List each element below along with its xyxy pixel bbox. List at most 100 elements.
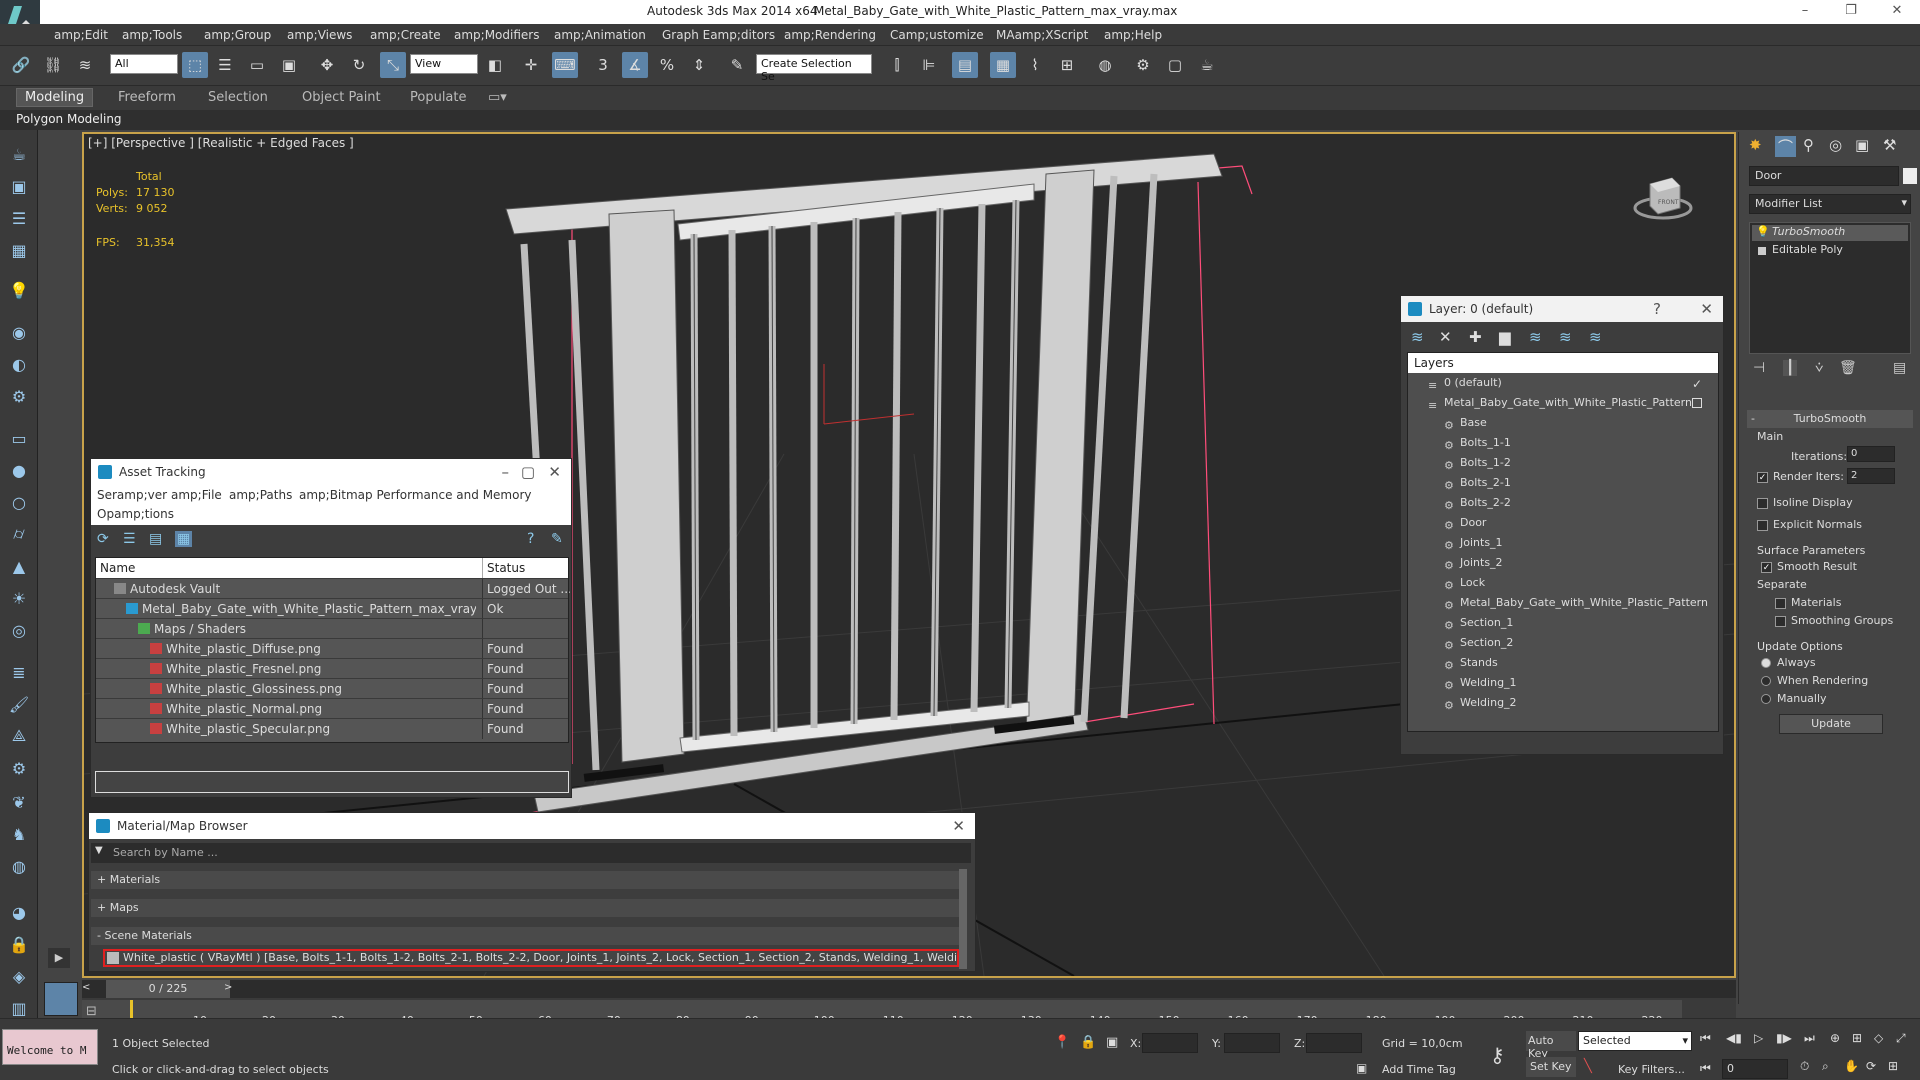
object-color-swatch[interactable]	[1903, 168, 1917, 184]
menu-customize[interactable]: Camp;ustomize	[890, 28, 984, 42]
col-status-header[interactable]: Status	[482, 558, 525, 578]
select-in-layer-icon[interactable]: ▆	[1499, 328, 1511, 346]
layer-item[interactable]: ⚙ Stands	[1408, 653, 1718, 673]
auto-key-button[interactable]: Auto Key	[1526, 1031, 1576, 1060]
asset-row[interactable]: White_plastic_Specular.png Found	[96, 718, 568, 739]
object-name-field[interactable]: Door	[1749, 166, 1899, 186]
menu-edit[interactable]: amp;Edit	[54, 28, 108, 42]
layer-item[interactable]: ⚙ Section_1	[1408, 613, 1718, 633]
z-coordinate-field[interactable]	[1306, 1033, 1362, 1053]
spinner-snap-icon[interactable]: ⇕	[686, 52, 712, 78]
remove-modifier-icon[interactable]: 🗑	[1839, 360, 1857, 376]
helper-icon[interactable]: ◐	[6, 352, 32, 376]
minimize-icon[interactable]: –	[502, 459, 510, 485]
layer-explorer-icon[interactable]: ▤	[952, 52, 978, 78]
move-icon[interactable]: ✥	[314, 52, 340, 78]
add-to-layer-icon[interactable]: ✚	[1469, 328, 1482, 346]
pin-stack-icon[interactable]: ⊣	[1753, 360, 1765, 376]
set-key-button[interactable]: Set Key	[1526, 1057, 1576, 1077]
keyboard-shortcut-icon[interactable]: ⌨	[552, 52, 578, 78]
asset-row[interactable]: White_plastic_Diffuse.png Found	[96, 638, 568, 659]
selection-set-dropdown[interactable]: Create Selection Se	[756, 54, 872, 83]
configure-sets-icon[interactable]: ▤	[1893, 360, 1906, 376]
cylinder-icon[interactable]: ⌭	[6, 522, 32, 546]
go-to-start-icon[interactable]: ⏮	[1700, 1031, 1711, 1046]
toggle-ribbon-icon[interactable]: ▦	[990, 52, 1016, 78]
col-name-header[interactable]: Name	[100, 558, 135, 578]
rendered-frame-icon[interactable]: ▢	[1162, 52, 1188, 78]
time-slider-thumb[interactable]: 0 / 225	[106, 980, 230, 998]
menu-views[interactable]: amp;Views	[287, 28, 352, 42]
asset-menu-bitmap[interactable]: amp;Bitmap Performance and Memory	[299, 488, 532, 502]
hide-layers-icon[interactable]: ≋	[1559, 328, 1572, 346]
list-view-icon[interactable]: ☰	[123, 531, 136, 547]
y-coordinate-field[interactable]	[1224, 1033, 1280, 1053]
when-rendering-radio[interactable]	[1761, 676, 1771, 686]
material-browser-titlebar[interactable]: Material/Map Browser ✕	[89, 813, 975, 839]
schematic-view-icon[interactable]: ⊞	[1054, 52, 1080, 78]
menu-modifiers[interactable]: amp;Modifiers	[454, 28, 539, 42]
stack-item-editable-poly[interactable]: Editable Poly	[1752, 243, 1908, 259]
system-icon[interactable]: ⚙	[6, 384, 32, 408]
show-end-result-icon[interactable]: ┃	[1783, 360, 1798, 376]
bind-spacewarp-icon[interactable]: ≋	[72, 52, 98, 78]
selection-lock-icon[interactable]: 🔒	[1080, 1035, 1096, 1050]
walkthrough-icon[interactable]: ⊞	[1888, 1059, 1898, 1073]
time-slider-track[interactable]: < 0 / 225 >	[82, 980, 1736, 998]
zoom-icon[interactable]: ⌕	[1822, 1059, 1829, 1074]
select-manipulate-icon[interactable]: ✛	[518, 52, 544, 78]
close-icon[interactable]: ✕	[952, 813, 965, 839]
layer-item[interactable]: ≡ Metal_Baby_Gate_with_White_Plastic_Patt…	[1408, 393, 1718, 413]
menu-animation[interactable]: amp;Animation	[554, 28, 646, 42]
box-icon[interactable]: ▭	[6, 426, 32, 450]
material-search-input[interactable]: Search by Name ...	[113, 846, 218, 859]
select-by-name-icon[interactable]: ☰	[212, 52, 238, 78]
iterations-spinner[interactable]: 0	[1847, 446, 1895, 462]
minimize-button[interactable]: –	[1782, 0, 1828, 24]
x-coordinate-field[interactable]	[1142, 1033, 1198, 1053]
asset-path-field[interactable]	[95, 771, 569, 793]
cube-icon[interactable]: ◈	[6, 964, 32, 988]
lightbulb-icon[interactable]: 💡	[1756, 225, 1770, 238]
curve-editor-icon[interactable]: ⌇	[1022, 52, 1048, 78]
section-maps[interactable]: + Maps	[91, 899, 961, 917]
reference-coord-dropdown[interactable]: View	[410, 54, 478, 74]
render-iters-spinner[interactable]: 2	[1847, 468, 1895, 484]
close-button[interactable]: ✕	[1874, 0, 1920, 24]
tab-selection[interactable]: Selection	[208, 90, 268, 105]
sphere-icon[interactable]: ●	[6, 458, 32, 482]
make-unique-icon[interactable]: ⩒	[1815, 360, 1824, 376]
menu-create[interactable]: amp;Create	[370, 28, 441, 42]
time-tag-icon[interactable]: ▣	[1356, 1061, 1367, 1075]
mini-curve-editor-icon[interactable]: ⊟	[86, 1004, 97, 1019]
hierarchy-tab-icon[interactable]: ⚲	[1803, 136, 1814, 154]
fov-icon[interactable]: ◇	[1874, 1031, 1883, 1045]
render-iters-checkbox[interactable]: ✓	[1757, 472, 1768, 483]
set-current-layer-box[interactable]	[1692, 398, 1702, 408]
layer-item[interactable]: ≡ 0 (default) ✓	[1408, 373, 1718, 393]
ribbon-options-icon[interactable]: ▭▾	[488, 90, 507, 105]
go-to-end-icon[interactable]: ⏭	[1804, 1031, 1815, 1046]
rotate-icon[interactable]: ↻	[346, 52, 372, 78]
isoline-checkbox[interactable]	[1757, 498, 1768, 509]
menu-group[interactable]: amp;Group	[204, 28, 271, 42]
tab-modeling[interactable]: Modeling	[16, 88, 94, 107]
layer-item[interactable]: ⚙ Joints_2	[1408, 553, 1718, 573]
freeze-layers-icon[interactable]: ≋	[1589, 328, 1602, 346]
zoom-extents-icon[interactable]: ⊕	[1830, 1031, 1840, 1045]
link-icon[interactable]: 🔗	[8, 52, 34, 78]
motion-tab-icon[interactable]: ◎	[1829, 136, 1842, 154]
layer-item[interactable]: ⚙ Bolts_1-2	[1408, 453, 1718, 473]
mirror-icon[interactable]: ⫿	[884, 52, 910, 78]
update-button[interactable]: Update	[1779, 714, 1883, 734]
circle-icon[interactable]: ○	[6, 490, 32, 514]
render-production-icon[interactable]: ☕	[1194, 52, 1220, 78]
add-time-tag[interactable]: Add Time Tag	[1382, 1063, 1456, 1076]
absolute-mode-icon[interactable]: ▣	[1106, 1035, 1118, 1050]
torus-icon[interactable]: ◎	[6, 618, 32, 642]
stairs-icon[interactable]: ≣	[6, 660, 32, 684]
rect-selection-icon[interactable]: ▭	[244, 52, 270, 78]
chevron-right-icon[interactable]: >	[224, 982, 232, 993]
window-crossing-icon[interactable]: ▣	[276, 52, 302, 78]
layer-item[interactable]: ⚙ Base	[1408, 413, 1718, 433]
